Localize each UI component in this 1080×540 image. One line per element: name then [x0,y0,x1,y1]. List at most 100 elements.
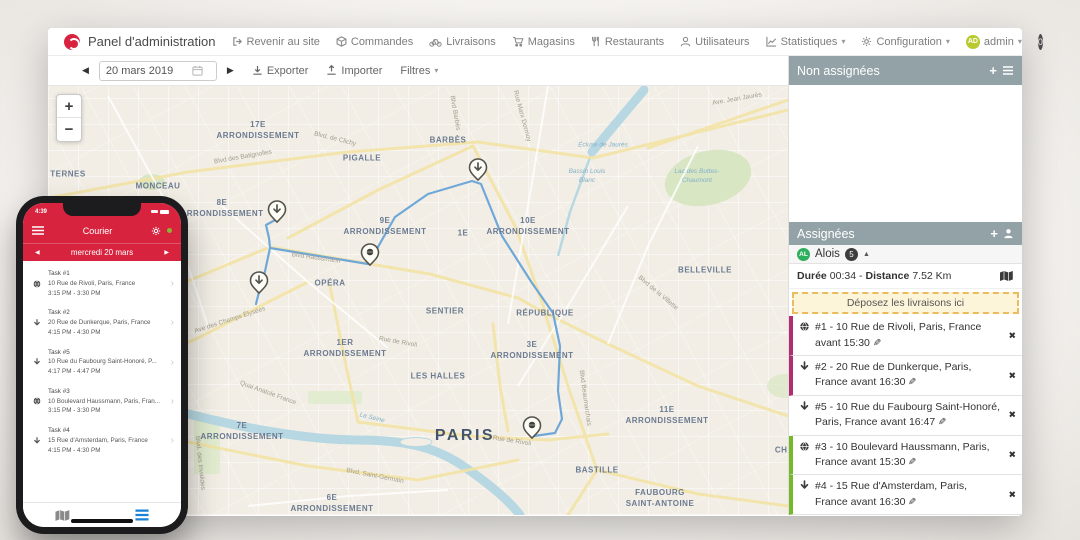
nav-item-statistiques[interactable]: Statistiques ▾ [766,36,846,48]
list-icon[interactable] [1002,65,1014,76]
gear-icon [861,36,872,47]
orders-icon [336,36,347,47]
prev-day-button[interactable]: ◀ [35,249,40,256]
route-summary: Durée 00:34 - Distance 7.52 Km [789,264,1022,289]
hamburger-menu-icon[interactable] [32,226,44,235]
chart-icon [766,36,777,47]
remove-icon[interactable]: ✖ [1008,369,1016,382]
collapse-icon[interactable]: ▲ [863,251,870,258]
back-to-site-link[interactable]: Revenir au site [232,36,320,48]
bike-icon [429,36,442,47]
remove-icon[interactable]: ✖ [1008,329,1016,342]
export-button[interactable]: Exporter [252,65,309,77]
brand[interactable]: Panel d'administration [64,34,216,50]
delivery-item[interactable]: #2 - 20 Rue de Dunkerque, Paris, France … [789,356,1022,396]
download-icon [252,65,263,76]
nav-item-configuration[interactable]: Configuration ▾ [861,36,949,48]
unassigned-panel-header: Non assignées + [789,56,1022,85]
delivery-item[interactable]: #3 - 10 Boulevard Haussmann, Paris, Fran… [789,436,1022,476]
next-day-button[interactable]: ▶ [227,65,234,76]
date-picker[interactable] [99,61,217,81]
delivery-route [256,181,562,436]
map-pin-dropoff[interactable] [269,201,286,222]
navbar: Panel d'administration Revenir au site C… [48,28,1022,56]
user-icon [680,36,691,47]
delivery-dropzone[interactable]: Déposez les livraisons ici [792,292,1019,314]
courier-row[interactable]: AL Alois 5 ▲ [789,245,1022,264]
nav-item-utilisateurs[interactable]: Utilisateurs [680,36,749,48]
map-tab-icon[interactable] [54,509,71,522]
show-on-map-button[interactable] [999,270,1014,282]
notification-badge[interactable]: 0 [1038,34,1043,50]
dropoff-icon [799,480,810,491]
edit-icon[interactable]: ✎ [908,456,916,471]
map-pin-dropoff[interactable] [470,159,487,180]
pickup-icon [799,441,810,452]
toolbar: ◀ ▶ Exporter Importer Filtres ▾ [48,56,788,86]
task-row[interactable]: Task #415 Rue d'Amsterdam, Paris, France… [23,421,181,460]
phone-date-label: mercredi 20 mars [71,248,133,257]
filters-button[interactable]: Filtres ▾ [400,65,438,77]
remove-icon[interactable]: ✖ [1008,409,1016,422]
chevron-down-icon: ▾ [1018,37,1022,46]
import-button[interactable]: Importer [326,65,382,77]
dropoff-icon [32,358,42,366]
pickup-icon [32,397,42,405]
exit-icon [232,36,243,47]
avatar: AD [966,35,980,49]
dropoff-icon [799,361,810,372]
map-icon [999,270,1014,282]
edit-icon[interactable]: ✎ [873,337,881,352]
add-courier-icon[interactable]: + [990,227,998,240]
task-row[interactable]: Task #220 Rue de Dunkerque, Paris, Franc… [23,303,181,342]
nav-item-restaurants[interactable]: Restaurants [591,36,664,48]
app-title: Panel d'administration [88,34,216,49]
chevron-down-icon: ▾ [946,37,950,46]
map-pin-dropoff[interactable] [251,272,268,293]
edit-icon[interactable]: ✎ [938,416,946,431]
chevron-right-icon: › [171,357,174,368]
user-menu[interactable]: AD admin ▾ [966,35,1022,49]
remove-icon[interactable]: ✖ [1008,488,1016,501]
gear-icon[interactable] [151,226,161,236]
nav-item-magasins[interactable]: Magasins [512,36,575,48]
next-day-button[interactable]: ▶ [164,249,169,256]
pickup-icon [799,321,810,332]
user-icon[interactable] [1003,228,1014,239]
courier-avatar: AL [797,248,810,261]
phone-task-list: Task #110 Rue de Rivoli, Paris, France3:… [23,261,181,502]
chevron-right-icon: › [171,278,174,289]
zoom-in-button[interactable]: + [57,95,81,118]
add-delivery-icon[interactable]: + [989,64,997,77]
edit-icon[interactable]: ✎ [908,376,916,391]
remove-icon[interactable]: ✖ [1008,448,1016,461]
task-row[interactable]: Task #510 Rue du Faubourg Saint-Honoré, … [23,343,181,382]
edit-icon[interactable]: ✎ [908,496,916,511]
chevron-right-icon: › [171,396,174,407]
date-input[interactable] [106,65,186,77]
phone-screen: 4:39 Courier ◀ mercredi 20 mars ▶ Task #… [23,203,181,527]
calendar-icon [192,65,203,76]
delivery-item[interactable]: #4 - 15 Rue d'Amsterdam, Paris, France a… [789,475,1022,515]
nav-item-livraisons[interactable]: Livraisons [429,36,496,48]
task-row[interactable]: Task #310 Boulevard Haussmann, Paris, Fr… [23,382,181,421]
home-indicator [71,519,133,523]
list-tab-icon[interactable] [134,509,150,521]
phone-date-nav: ◀ mercredi 20 mars ▶ [23,243,181,261]
wifi-icon [151,210,158,213]
unassigned-list-empty [789,85,1022,222]
nav-item-commandes[interactable]: Commandes [336,36,413,48]
task-row[interactable]: Task #110 Rue de Rivoli, Paris, France3:… [23,264,181,303]
battery-icon [160,210,169,214]
canal-saint-martin [558,90,644,256]
chevron-right-icon: › [171,317,174,328]
courier-task-count-badge: 5 [845,248,858,261]
map-zoom-control: + − [56,94,82,142]
prev-day-button[interactable]: ◀ [82,65,89,76]
phone-tab-bar [23,502,181,527]
status-icons [151,210,169,214]
delivery-item[interactable]: #1 - 10 Rue de Rivoli, Paris, France ava… [789,316,1022,356]
utensils-icon [591,36,601,47]
zoom-out-button[interactable]: − [57,118,81,141]
delivery-item[interactable]: #5 - 10 Rue du Faubourg Saint-Honoré, Pa… [789,396,1022,436]
